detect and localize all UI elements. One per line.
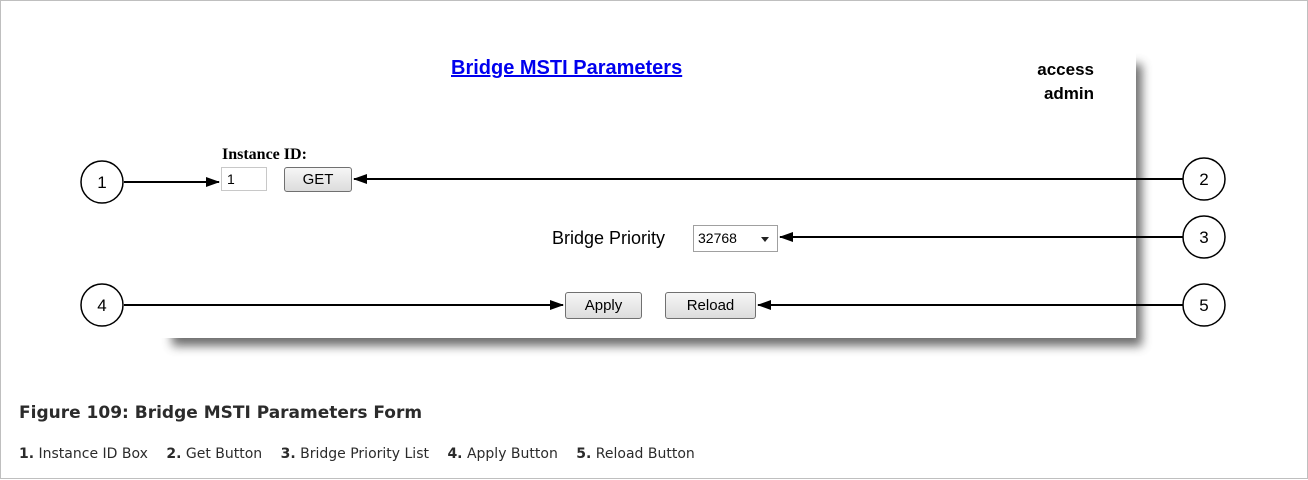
callout-3-number: 3 — [1199, 228, 1208, 247]
legend-item-text: Instance ID Box — [38, 446, 148, 462]
callout-5-number: 5 — [1199, 296, 1208, 315]
legend-item-number: 2. — [166, 446, 182, 462]
legend-item: 3. Bridge Priority List — [281, 446, 429, 462]
legend-item: 1. Instance ID Box — [19, 446, 148, 462]
legend-item-number: 4. — [447, 446, 463, 462]
legend-item-text: Bridge Priority List — [300, 446, 429, 462]
legend-item: 2. Get Button — [166, 446, 262, 462]
legend-item-text: Apply Button — [466, 446, 558, 462]
legend-item-number: 1. — [19, 446, 35, 462]
callout-2-number: 2 — [1199, 170, 1208, 189]
legend-item-number: 3. — [280, 446, 296, 462]
callout-4-number: 4 — [97, 296, 106, 315]
legend-item-number: 5. — [576, 446, 592, 462]
callout-1-number: 1 — [97, 173, 106, 192]
legend-item-text: Get Button — [185, 446, 263, 462]
figure-caption: Figure 109: Bridge MSTI Parameters Form — [19, 403, 423, 423]
legend-item: 4. Apply Button — [447, 446, 557, 462]
legend-item-text: Reload Button — [595, 446, 695, 462]
legend-item: 5. Reload Button — [576, 446, 695, 462]
figure-legend: 1. Instance ID Box 2. Get Button 3. Brid… — [19, 446, 709, 462]
